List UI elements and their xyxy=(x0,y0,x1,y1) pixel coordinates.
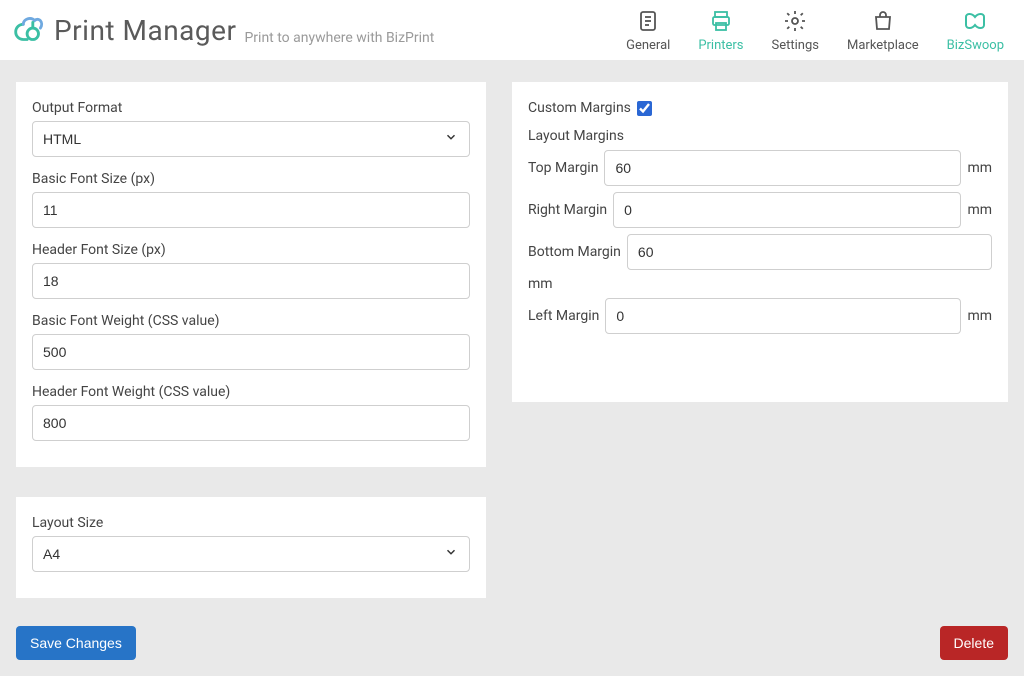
save-button[interactable]: Save Changes xyxy=(16,626,136,660)
nav-bizswoop-label: BizSwoop xyxy=(947,38,1004,53)
document-icon xyxy=(635,8,661,34)
basic-font-weight-input[interactable] xyxy=(32,334,470,370)
custom-margins-label: Custom Margins xyxy=(528,100,631,116)
custom-margins-checkbox[interactable] xyxy=(637,101,652,116)
right-margin-label: Right Margin xyxy=(528,202,607,218)
app-header: Print Manager Print to anywhere with Biz… xyxy=(0,0,1024,60)
logo-icon xyxy=(10,11,48,49)
nav-general-label: General xyxy=(626,38,670,53)
right-margin-input[interactable] xyxy=(613,192,961,228)
unit-label: mm xyxy=(967,202,992,218)
nav-marketplace-label: Marketplace xyxy=(847,38,919,53)
layout-card: Layout Size A4 xyxy=(16,497,486,598)
unit-label: mm xyxy=(967,308,992,324)
format-card: Output Format HTML Basic Font Size (px) … xyxy=(16,82,486,467)
top-nav: General Printers Settings xyxy=(626,8,1004,53)
header-font-weight-input[interactable] xyxy=(32,405,470,441)
nav-settings-label: Settings xyxy=(772,38,819,53)
gear-icon xyxy=(782,8,808,34)
nav-marketplace[interactable]: Marketplace xyxy=(847,8,919,53)
layout-size-label: Layout Size xyxy=(32,515,470,531)
unit-label: mm xyxy=(967,160,992,176)
unit-label: mm xyxy=(528,276,992,292)
left-margin-label: Left Margin xyxy=(528,308,599,324)
nav-general[interactable]: General xyxy=(626,8,670,53)
app-title: Print Manager xyxy=(54,14,236,47)
delete-button[interactable]: Delete xyxy=(940,626,1008,660)
bottom-margin-label: Bottom Margin xyxy=(528,244,621,260)
shopping-bag-icon xyxy=(870,8,896,34)
layout-margins-title: Layout Margins xyxy=(528,128,992,144)
logo-wrap: Print Manager xyxy=(10,11,236,49)
output-format-label: Output Format xyxy=(32,100,470,116)
tagline: Print to anywhere with BizPrint xyxy=(244,30,434,52)
layout-size-select[interactable]: A4 xyxy=(32,536,470,572)
top-margin-input[interactable] xyxy=(604,150,961,186)
header-font-weight-label: Header Font Weight (CSS value) xyxy=(32,384,470,400)
nav-printers-label: Printers xyxy=(698,38,743,53)
footer: Save Changes Delete xyxy=(0,614,1024,676)
left-margin-input[interactable] xyxy=(605,298,961,334)
bottom-margin-input[interactable] xyxy=(627,234,992,270)
nav-settings[interactable]: Settings xyxy=(772,8,819,53)
margins-card: Custom Margins Layout Margins Top Margin… xyxy=(512,82,1008,402)
printer-icon xyxy=(708,8,734,34)
top-margin-label: Top Margin xyxy=(528,160,598,176)
nav-bizswoop[interactable]: BizSwoop xyxy=(947,8,1004,53)
basic-font-weight-label: Basic Font Weight (CSS value) xyxy=(32,313,470,329)
output-format-select[interactable]: HTML xyxy=(32,121,470,157)
header-font-size-input[interactable] xyxy=(32,263,470,299)
basic-font-size-input[interactable] xyxy=(32,192,470,228)
content: Output Format HTML Basic Font Size (px) … xyxy=(0,60,1024,614)
header-font-size-label: Header Font Size (px) xyxy=(32,242,470,258)
nav-printers[interactable]: Printers xyxy=(698,8,743,53)
basic-font-size-label: Basic Font Size (px) xyxy=(32,171,470,187)
bizswoop-icon xyxy=(962,8,988,34)
